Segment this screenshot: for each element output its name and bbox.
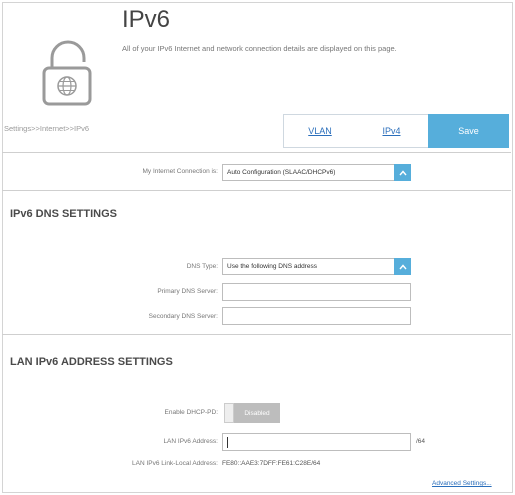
primary-dns-label: Primary DNS Server:: [157, 288, 218, 295]
primary-dns-input[interactable]: [222, 283, 411, 301]
link-local-value: FE80::AAE3:7DFF:FE61:C28E/64: [222, 460, 321, 467]
connection-type-select[interactable]: Auto Configuration (SLAAC/DHCPv6): [222, 164, 411, 181]
lock-globe-icon: [42, 40, 92, 106]
page-description: All of your IPv6 Internet and network co…: [122, 44, 397, 53]
secondary-dns-label: Secondary DNS Server:: [148, 313, 218, 320]
vlan-button[interactable]: VLAN: [283, 114, 357, 148]
page-title: IPv6: [122, 6, 171, 33]
lan-address-input[interactable]: [222, 433, 411, 451]
dns-section-title: IPv6 DNS SETTINGS: [10, 208, 117, 220]
divider: [2, 190, 511, 191]
toggle-knob: [224, 403, 234, 423]
chevron-up-icon[interactable]: [394, 258, 411, 275]
advanced-settings-link[interactable]: Advanced Settings...: [432, 480, 492, 487]
breadcrumb[interactable]: Settings>>Internet>>IPv6: [4, 124, 89, 133]
link-local-label: LAN IPv6 Link-Local Address:: [132, 460, 218, 467]
dns-type-label: DNS Type:: [186, 263, 218, 270]
dns-type-value: Use the following DNS address: [227, 263, 317, 270]
lan-section-title: LAN IPv6 ADDRESS SETTINGS: [10, 356, 173, 368]
connection-label: My Internet Connection is:: [142, 168, 218, 175]
lan-address-label: LAN IPv6 Address:: [163, 438, 218, 445]
dhcp-pd-label: Enable DHCP-PD:: [164, 409, 218, 416]
text-cursor: [227, 436, 228, 448]
secondary-dns-input[interactable]: [222, 307, 411, 325]
connection-type-value: Auto Configuration (SLAAC/DHCPv6): [227, 169, 336, 176]
divider: [2, 334, 511, 335]
ipv4-button[interactable]: IPv4: [355, 114, 429, 148]
save-button[interactable]: Save: [428, 114, 509, 148]
divider: [2, 152, 511, 153]
chevron-up-icon[interactable]: [394, 164, 411, 181]
dns-type-select[interactable]: Use the following DNS address: [222, 258, 411, 275]
prefix-suffix: /64: [416, 438, 426, 445]
dhcp-pd-toggle[interactable]: Disabled: [224, 403, 280, 423]
dhcp-pd-state: Disabled: [234, 403, 280, 423]
